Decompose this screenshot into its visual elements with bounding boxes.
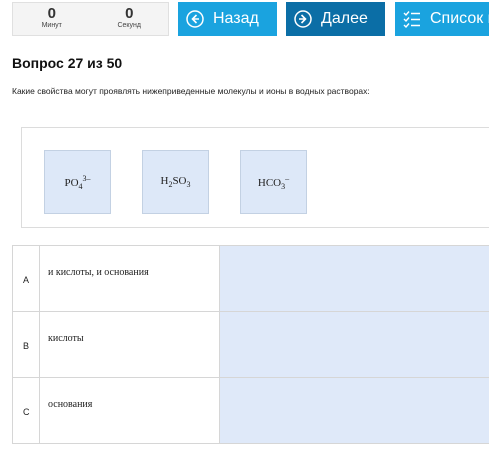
back-button[interactable]: Назад [178,2,277,36]
answer-text-cell: основания [39,377,220,444]
answer-row: A и кислоты, и основания [12,245,489,312]
answer-text: и кислоты, и основания [48,267,149,278]
back-label: Назад [213,10,259,27]
seconds-value: 0 [125,5,134,22]
answer-letter-cell: C [12,377,40,444]
arrow-right-circle-icon [294,10,312,28]
timer-minutes: 0 Минут [13,3,91,35]
answer-letter: C [23,407,30,417]
answer-letter-cell: A [12,245,40,312]
chip-formula: PO43– [64,173,91,191]
answer-row: B кислоты [12,311,489,378]
drop-zone[interactable] [219,311,489,378]
question-list-button[interactable]: Список в [395,2,489,36]
next-button[interactable]: Далее [286,2,385,36]
drop-zone[interactable] [219,377,489,444]
answer-text-cell: и кислоты, и основания [39,245,220,312]
option-chip-po4[interactable]: PO43– [44,150,111,214]
answer-text: основания [48,399,93,410]
answer-text-cell: кислоты [39,311,220,378]
question-text: Какие свойства могут проявлять нижеприве… [12,86,370,96]
minutes-label: Минут [41,22,62,29]
chip-formula: H2SO3 [160,175,191,189]
answer-letter: B [23,341,30,351]
seconds-label: Секунд [117,22,142,29]
arrow-left-circle-icon [186,10,204,28]
timer: 0 Минут 0 Секунд [12,2,169,36]
answer-text: кислоты [48,333,84,344]
answer-letter: A [23,275,30,285]
checklist-icon [403,10,421,28]
option-chip-h2so3[interactable]: H2SO3 [142,150,209,214]
answer-letter-cell: B [12,311,40,378]
timer-seconds: 0 Секунд [91,3,169,35]
option-chip-hco3[interactable]: HCO3– [240,150,307,214]
options-pool: PO43– H2SO3 HCO3– [21,127,489,228]
chip-formula: HCO3– [257,173,290,191]
drop-zone[interactable] [219,245,489,312]
minutes-value: 0 [47,5,56,22]
answer-row: C основания [12,377,489,444]
question-title: Вопрос 27 из 50 [12,55,123,71]
list-label: Список в [430,10,489,27]
next-label: Далее [321,10,368,27]
